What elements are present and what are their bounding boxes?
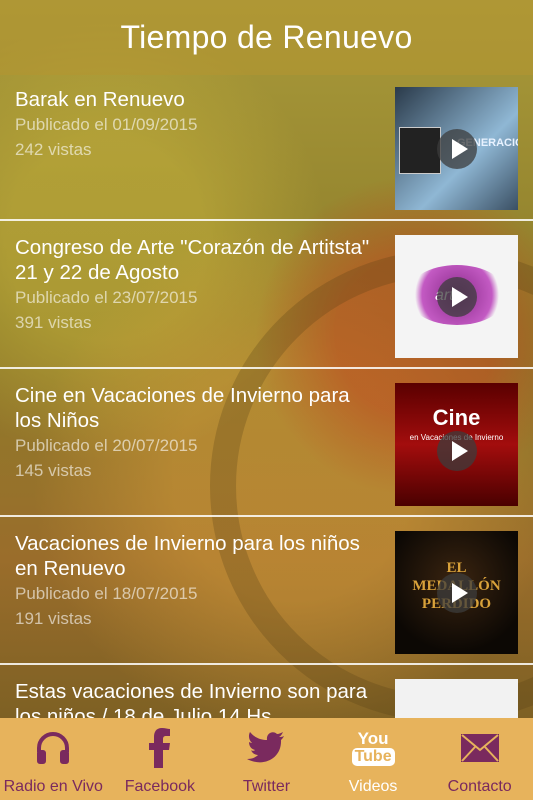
video-thumbnail[interactable]: GENERACIÓN	[395, 87, 518, 210]
list-item[interactable]: Barak en Renuevo Publicado el 01/09/2015…	[0, 75, 533, 221]
video-title: Estas vacaciones de Invierno son para lo…	[15, 680, 368, 718]
list-item[interactable]: Congreso de Arte "Corazón de Artitsta" 2…	[0, 223, 533, 369]
list-item[interactable]: Vacaciones de Invierno para los niños en…	[0, 519, 533, 665]
tab-label: Contacto	[447, 778, 512, 795]
tab-contacto[interactable]: Contacto	[426, 718, 533, 800]
tab-facebook[interactable]: Facebook	[107, 718, 214, 800]
album-cover	[399, 127, 441, 174]
tab-radio[interactable]: Radio en Vivo	[0, 718, 107, 800]
page-title: Tiempo de Renuevo	[120, 19, 413, 55]
headphones-icon	[33, 726, 73, 770]
youtube-text-top: You	[357, 729, 389, 748]
tab-label: Radio en Vivo	[3, 778, 103, 795]
video-thumbnail[interactable]: arte	[395, 235, 518, 358]
video-views: 145 vistas	[15, 461, 92, 480]
youtube-icon: You Tube	[351, 726, 395, 770]
video-title: Barak en Renuevo	[15, 88, 185, 111]
video-thumbnail[interactable]	[395, 679, 518, 718]
play-icon[interactable]	[437, 431, 477, 471]
twitter-icon	[247, 726, 285, 770]
play-icon[interactable]	[437, 573, 477, 613]
video-date: Publicado el 23/07/2015	[15, 288, 198, 307]
video-title: Vacaciones de Invierno para los niños en…	[15, 532, 360, 580]
video-date: Publicado el 20/07/2015	[15, 436, 198, 455]
video-views: 191 vistas	[15, 609, 92, 628]
tab-label: Twitter	[242, 778, 291, 795]
youtube-text-bottom: Tube	[351, 748, 395, 766]
tab-twitter[interactable]: Twitter	[213, 718, 320, 800]
tab-videos[interactable]: You Tube Videos	[320, 718, 427, 800]
thumb-caption: Cine	[432, 405, 481, 430]
video-title: Congreso de Arte "Corazón de Artitsta" 2…	[15, 236, 370, 284]
tab-label: Videos	[348, 778, 398, 795]
facebook-icon	[145, 726, 175, 770]
tab-label: Facebook	[124, 778, 196, 795]
mail-icon	[460, 726, 500, 770]
video-thumbnail[interactable]: EL MEDALLÓN PERDIDO	[395, 531, 518, 654]
video-views: 391 vistas	[15, 313, 92, 332]
video-date: Publicado el 18/07/2015	[15, 584, 198, 603]
video-title: Cine en Vacaciones de Invierno para los …	[15, 384, 350, 432]
list-item[interactable]: Cine en Vacaciones de Invierno para los …	[0, 371, 533, 517]
play-icon[interactable]	[437, 129, 477, 169]
tab-bar: Radio en Vivo Facebook Twitter You Tube …	[0, 718, 533, 800]
video-date: Publicado el 01/09/2015	[15, 115, 198, 134]
play-icon[interactable]	[437, 277, 477, 317]
video-views: 242 vistas	[15, 140, 92, 159]
video-thumbnail[interactable]: Cine en Vacaciones de Invierno	[395, 383, 518, 506]
list-item[interactable]: Estas vacaciones de Invierno son para lo…	[0, 667, 533, 718]
header-bar: Tiempo de Renuevo	[0, 0, 533, 75]
video-list[interactable]: Barak en Renuevo Publicado el 01/09/2015…	[0, 75, 533, 718]
